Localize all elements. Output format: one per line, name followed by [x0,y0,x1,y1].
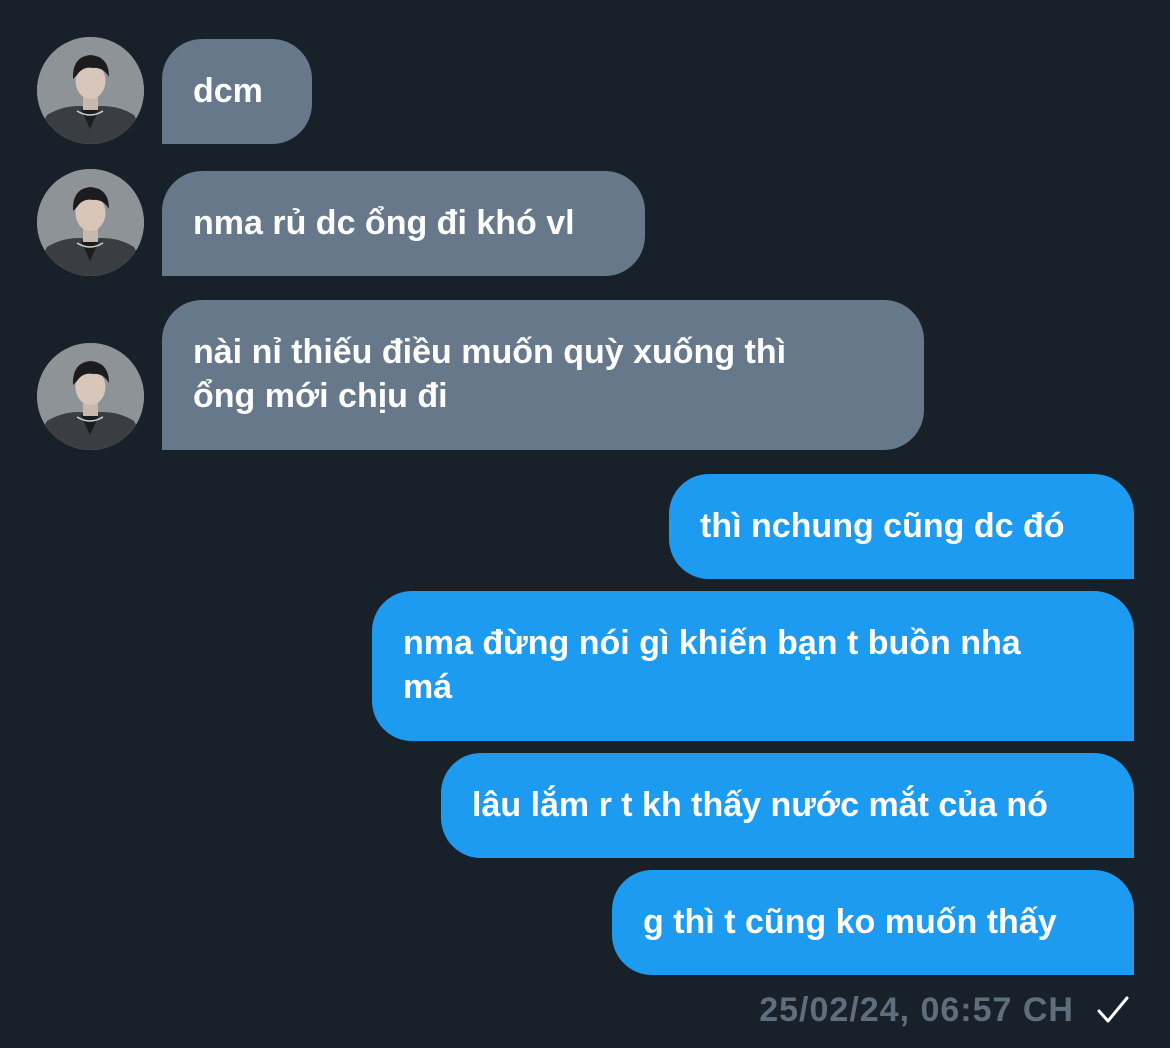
message-timestamp: 25/02/24, 06:57 CH [759,990,1074,1029]
message-bubble-outgoing[interactable]: nma đừng nói gì khiến bạn t buồn nha má [372,591,1134,741]
message-bubble-outgoing[interactable]: lâu lắm r t kh thấy nước mắt của nó [441,753,1134,858]
message-meta: 25/02/24, 06:57 CH [759,988,1130,1032]
message-bubble-incoming[interactable]: nma rủ dc ổng đi khó vl [162,171,645,276]
message-text: thì nchung cũng dc đó [700,507,1065,545]
avatar-image [37,37,144,144]
avatar-image [37,343,144,450]
avatar[interactable] [37,343,144,450]
message-text: lâu lắm r t kh thấy nước mắt của nó [472,786,1048,824]
message-text-line: nma đừng nói gì khiến bạn t buồn nha [403,624,1021,662]
message-text-line: ổng mới chịu đi [193,377,448,415]
avatar[interactable] [37,169,144,276]
avatar-image [37,169,144,276]
message-text: g thì t cũng ko muốn thấy [643,903,1057,941]
message-text-line: nài nỉ thiếu điều muốn quỳ xuống thì [193,333,787,371]
message-bubble-outgoing[interactable]: g thì t cũng ko muốn thấy [612,870,1134,975]
message-bubble-incoming[interactable]: dcm [162,39,312,144]
message-text: nma rủ dc ổng đi khó vl [193,204,575,242]
message-text: dcm [193,72,263,110]
avatar[interactable] [37,37,144,144]
message-bubble-incoming[interactable]: nài nỉ thiếu điều muốn quỳ xuống thì ổng… [162,300,924,450]
check-icon [1096,995,1130,1025]
message-text-line: má [403,668,453,706]
message-bubble-outgoing[interactable]: thì nchung cũng dc đó [669,474,1134,579]
